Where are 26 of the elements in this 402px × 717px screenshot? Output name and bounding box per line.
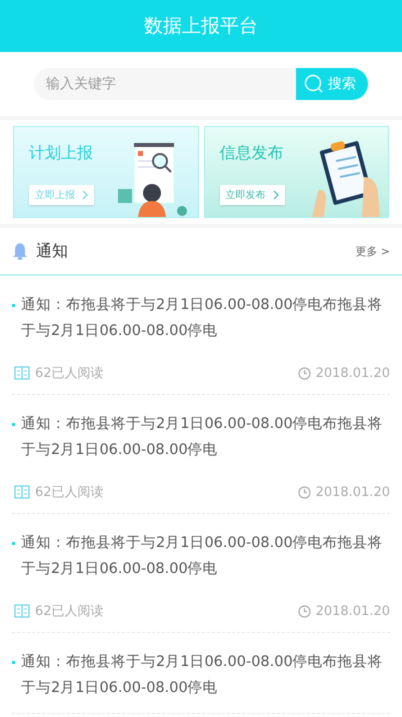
page-title: 数据上报平台 bbox=[144, 14, 258, 39]
search-icon bbox=[304, 74, 324, 94]
card-title: 计划上报 bbox=[29, 143, 94, 164]
search-field[interactable]: 输入关键字 bbox=[34, 68, 296, 100]
notice-title[interactable]: 通知：布拖县将于与2月1日06.00-08.00停电布拖县将于与2月1日06.00-08.00停电 bbox=[21, 649, 383, 701]
read-count: 62已人阅读 bbox=[35, 365, 104, 382]
chevron-icon bbox=[272, 190, 279, 200]
bell-icon bbox=[12, 242, 28, 260]
notice-title[interactable]: 通知：布拖县将于与2月1日06.00-08.00停电布拖县将于与2月1日06.00-08.00停电 bbox=[21, 530, 383, 582]
notice-date: 2018.01.20 bbox=[316, 484, 390, 500]
notice-date: 2018.01.20 bbox=[316, 604, 390, 618]
clock-icon bbox=[298, 604, 311, 618]
clock-icon bbox=[298, 366, 311, 380]
book-icon bbox=[14, 604, 30, 618]
card-title: 信息发布 bbox=[220, 143, 284, 164]
notice-title[interactable]: 通知：布拖县将于与2月1日06.00-08.00停电布拖县将于与2月1日06.00-08.00停电 bbox=[21, 411, 383, 463]
read-count: 62已人阅读 bbox=[35, 484, 104, 501]
chevron-icon bbox=[82, 190, 88, 200]
notice-date: 2018.01.20 bbox=[316, 366, 390, 380]
book-icon bbox=[14, 485, 30, 499]
notice-title[interactable]: 通知：布拖县将于与2月1日06.00-08.00停电布拖县将于与2月1日06.00-08.00停电 bbox=[21, 292, 383, 344]
section-title: 通知 bbox=[36, 240, 68, 262]
clock-icon bbox=[298, 486, 311, 498]
more-link[interactable]: 更多 > bbox=[355, 244, 390, 258]
read-count: 62已人阅读 bbox=[35, 603, 104, 620]
book-icon bbox=[14, 366, 30, 380]
